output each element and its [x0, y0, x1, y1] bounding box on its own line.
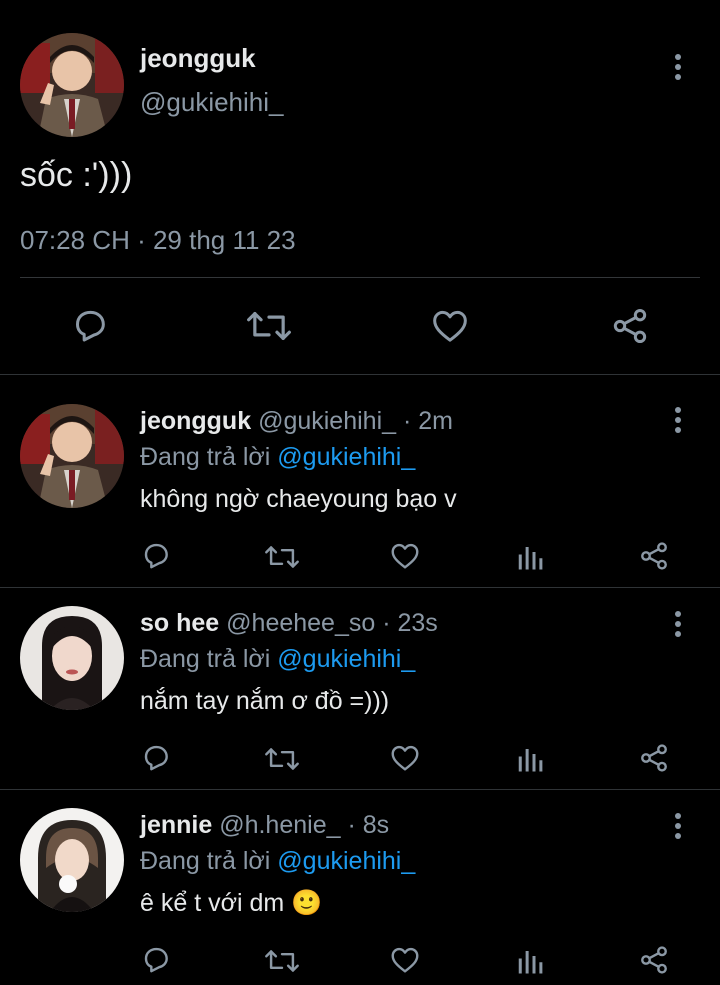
reply-share-button[interactable]	[638, 742, 670, 774]
reply-icon	[144, 947, 168, 973]
reply-share-button[interactable]	[638, 540, 670, 572]
main-author-handle[interactable]: @gukiehihi_	[140, 86, 283, 118]
share-icon	[641, 946, 667, 974]
views-icon	[518, 547, 543, 570]
divider	[20, 277, 700, 278]
reply-more-button[interactable]	[666, 607, 690, 641]
main-author-name[interactable]: jeongguk	[140, 42, 256, 74]
like-icon	[391, 543, 419, 569]
more-vertical-icon	[675, 611, 681, 637]
reply-retweet-button[interactable]	[264, 744, 300, 774]
reply-text: nắm tay nắm ơ đồ =)))	[140, 687, 390, 715]
reply-header: so hee @heehee_so · 23s	[140, 608, 438, 638]
reply-author-handle[interactable]: @heehee_so	[226, 609, 375, 637]
share-icon	[641, 542, 667, 570]
reply-author-name[interactable]: so hee	[140, 609, 219, 637]
reply-views-button[interactable]	[515, 542, 545, 572]
reply-reply-button[interactable]	[140, 742, 172, 774]
more-vertical-icon	[675, 407, 681, 433]
like-icon	[391, 745, 419, 771]
divider	[0, 587, 720, 588]
reply-reply-button[interactable]	[140, 944, 172, 976]
like-icon	[433, 310, 467, 342]
replying-to-line: Đang trả lời @gukiehihi_	[140, 644, 415, 674]
reply-header: jeongguk @gukiehihi_ · 2m	[140, 406, 453, 436]
main-like-button[interactable]	[430, 306, 470, 346]
reply-like-button[interactable]	[389, 944, 421, 976]
reply-like-button[interactable]	[389, 540, 421, 572]
retweet-icon	[265, 748, 299, 770]
reply-time[interactable]: · 23s	[382, 609, 438, 637]
reply-share-button[interactable]	[638, 944, 670, 976]
share-icon	[641, 744, 667, 772]
reply-more-button[interactable]	[666, 403, 690, 437]
main-tweet-timestamp: 07:28 CH · 29 thg 11 23	[20, 225, 296, 255]
reply-views-button[interactable]	[515, 744, 545, 774]
main-tweet-text: sốc :')))	[20, 156, 133, 194]
reply-author-handle[interactable]: @h.henie_	[219, 811, 340, 839]
main-retweet-button[interactable]	[246, 306, 292, 346]
retweet-icon	[265, 546, 299, 568]
reply-header: jennie @h.henie_ · 8s	[140, 810, 389, 840]
reply-time[interactable]: · 8s	[347, 811, 389, 839]
share-icon	[613, 309, 647, 343]
replying-to-label: Đang trả lời	[140, 443, 271, 471]
reply-text: không ngờ chaeyoung bạo v	[140, 485, 457, 513]
reply-author-avatar[interactable]	[20, 606, 124, 710]
replying-to-handle[interactable]: @gukiehihi_	[277, 443, 415, 471]
reply-more-button[interactable]	[666, 809, 690, 843]
views-icon	[518, 951, 543, 974]
replying-to-line: Đang trả lời @gukiehihi_	[140, 442, 415, 472]
reply-icon	[76, 310, 105, 342]
main-reply-button[interactable]	[70, 306, 110, 346]
reply-icon	[144, 745, 168, 771]
replying-to-handle[interactable]: @gukiehihi_	[277, 645, 415, 673]
reply-icon	[144, 543, 168, 569]
reply-text: ê kể t với dm 🙂	[140, 889, 323, 917]
reply-author-name[interactable]: jeongguk	[140, 407, 251, 435]
views-icon	[518, 749, 543, 772]
like-icon	[391, 947, 419, 973]
replying-to-handle[interactable]: @gukiehihi_	[277, 847, 415, 875]
reply-author-handle[interactable]: @gukiehihi_	[258, 407, 396, 435]
main-author-avatar[interactable]	[20, 33, 124, 137]
reply-author-avatar[interactable]	[20, 404, 124, 508]
more-vertical-icon	[675, 813, 681, 839]
reply-author-name[interactable]: jennie	[140, 811, 212, 839]
replying-to-line: Đang trả lời @gukiehihi_	[140, 846, 415, 876]
divider	[0, 374, 720, 375]
reply-reply-button[interactable]	[140, 540, 172, 572]
main-more-button[interactable]	[666, 50, 690, 84]
reply-retweet-button[interactable]	[264, 946, 300, 976]
retweet-icon	[247, 312, 291, 340]
retweet-icon	[265, 950, 299, 972]
more-vertical-icon	[675, 54, 681, 80]
replying-to-label: Đang trả lời	[140, 645, 271, 673]
reply-views-button[interactable]	[515, 946, 545, 976]
divider	[0, 789, 720, 790]
reply-time[interactable]: · 2m	[403, 407, 453, 435]
replying-to-label: Đang trả lời	[140, 847, 271, 875]
main-share-button[interactable]	[610, 306, 650, 346]
reply-retweet-button[interactable]	[264, 542, 300, 572]
reply-like-button[interactable]	[389, 742, 421, 774]
reply-author-avatar[interactable]	[20, 808, 124, 912]
